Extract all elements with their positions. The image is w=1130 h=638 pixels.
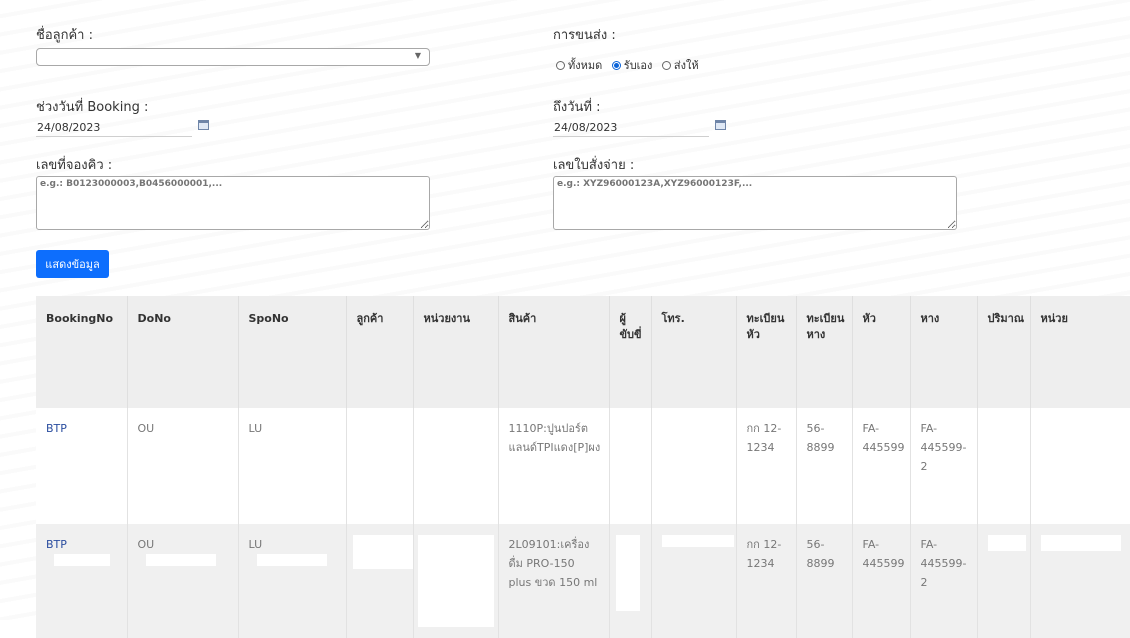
redaction-mask [145,554,216,566]
col-header-head-plate: ทะเบียนหัว [736,296,797,408]
table-cell: OU [127,408,239,524]
booking-to-date-input[interactable] [553,118,709,137]
redaction-mask [417,535,494,627]
table-cell [346,524,414,638]
booking-no-link[interactable]: BTP [36,524,128,638]
table-cell [413,524,499,638]
col-header-tail-plate: ทะเบียนหาง [796,296,853,408]
table-cell: 1110P:ปูนปอร์ตแลนด์TPIแดง[P]ผง [498,408,610,524]
customer-label: ชื่อลูกค้า : [36,28,93,43]
table-cell [651,408,737,524]
transport-radio-group: ทั้งหมด รับเอง ส่งให้ [556,56,705,74]
table-cell: 56-8899 [796,524,853,638]
table-cell: FA-445599-2 [910,408,978,524]
customer-select[interactable]: ▼ [36,48,430,66]
payment-label: เลขใบสั่งจ่าย : [553,158,635,173]
table-cell: กก 12-1234 [736,408,797,524]
transport-label: การขนส่ง : [553,28,616,43]
table-cell [977,408,1031,524]
redaction-mask [54,554,110,566]
col-header-unit: หน่วย [1030,296,1130,408]
transport-option-all[interactable]: ทั้งหมด [556,59,602,72]
col-header-quantity: ปริมาณ [977,296,1031,408]
table-cell: FA-445599 [852,524,911,638]
table-cell: FA-445599 [852,408,911,524]
table-cell: 56-8899 [796,408,853,524]
table-cell [413,408,499,524]
booking-to-label: ถึงวันที่ : [553,100,601,115]
table-cell: กก 12-1234 [736,524,797,638]
table-cell [1030,408,1130,524]
col-header-product: สินค้า [498,296,610,408]
redaction-mask [661,535,734,547]
dropdown-arrow-icon[interactable]: ▼ [415,51,421,60]
col-header-spo-no: SpoNo [238,296,347,408]
table-cell [609,408,652,524]
calendar-icon[interactable] [198,120,209,130]
table-row: BTP OU LU 2L09101:เครื่องดื่ม PRO-150 pl… [36,524,1130,638]
table-cell [977,524,1031,638]
redaction-mask [987,535,1026,551]
calendar-icon[interactable] [715,120,726,130]
table-cell [346,408,414,524]
queue-number-textarea[interactable] [36,176,430,230]
redaction-mask [1040,535,1121,551]
col-header-driver: ผู้ขับขี่ [609,296,652,408]
show-data-button[interactable]: แสดงข้อมูล [36,250,109,278]
col-header-customer: ลูกค้า [346,296,414,408]
results-table: BookingNo DoNo SpoNo ลูกค้า หน่วยงาน สิน… [36,296,1130,638]
table-cell [651,524,737,638]
table-row: BTP OU LU 1110P:ปูนปอร์ตแลนด์TPIแดง[P]ผง… [36,408,1130,524]
table-header-row: BookingNo DoNo SpoNo ลูกค้า หน่วยงาน สิน… [36,296,1130,408]
radio-selected-icon[interactable] [611,61,621,70]
redaction-mask [352,535,413,569]
col-header-phone: โทร. [651,296,737,408]
table-cell: FA-445599-2 [910,524,978,638]
booking-from-date-input[interactable] [36,118,192,137]
table-cell [1030,524,1130,638]
col-header-department: หน่วยงาน [413,296,499,408]
table-cell [609,524,652,638]
radio-icon[interactable] [661,61,671,70]
transport-option-self-pickup[interactable]: รับเอง [611,59,652,72]
col-header-head: หัว [852,296,911,408]
payment-number-textarea[interactable] [553,176,957,230]
queue-label: เลขที่จองคิว : [36,158,113,173]
table-cell: LU [238,524,347,638]
radio-icon[interactable] [556,61,565,70]
booking-no-link[interactable]: BTP [36,408,128,524]
col-header-tail: หาง [910,296,978,408]
booking-from-label: ช่วงวันที่ Booking : [36,100,149,115]
redaction-mask [256,554,327,566]
table-cell: 2L09101:เครื่องดื่ม PRO-150 plus ขวด 150… [498,524,610,638]
transport-option-delivery[interactable]: ส่งให้ [661,59,699,72]
table-cell: OU [127,524,239,638]
table-cell: LU [238,408,347,524]
col-header-booking-no: BookingNo [36,296,128,408]
col-header-do-no: DoNo [127,296,239,408]
redaction-mask [615,535,640,611]
